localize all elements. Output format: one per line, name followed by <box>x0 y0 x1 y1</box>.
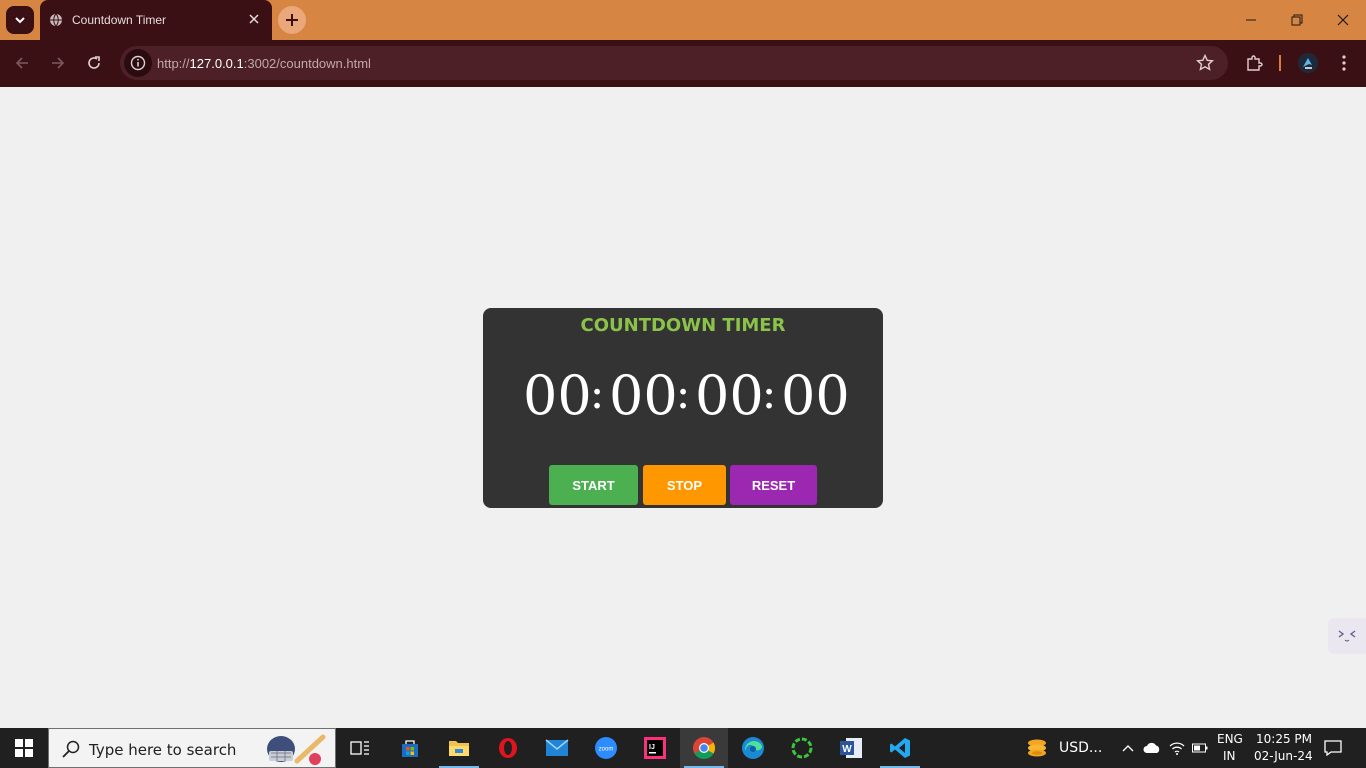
side-helper-widget[interactable] <box>1328 618 1366 654</box>
days-value: 00 <box>523 364 592 427</box>
extensions-button[interactable] <box>1243 52 1265 74</box>
minimize-button[interactable] <box>1228 0 1274 40</box>
mail-app[interactable] <box>533 728 581 768</box>
arrow-left-icon <box>15 57 28 69</box>
tab-title: Countdown Timer <box>72 13 167 27</box>
new-tab-button[interactable] <box>278 6 306 34</box>
weather-widget-icon[interactable] <box>1020 728 1056 768</box>
taskbar-search[interactable]: Type here to search <box>48 728 336 768</box>
chevron-down-icon <box>15 17 25 24</box>
url-text: http://127.0.0.1:3002/countdown.html <box>157 56 371 71</box>
timer-title: COUNTDOWN TIMER <box>580 315 786 336</box>
language-top[interactable]: ENG <box>1217 732 1243 746</box>
cloud-icon <box>1143 742 1160 753</box>
separator: : <box>589 368 605 419</box>
vscode-icon <box>890 738 910 758</box>
green-ring-app[interactable] <box>778 728 826 768</box>
profile-avatar[interactable] <box>1297 52 1319 74</box>
browser-menu-button[interactable] <box>1333 52 1355 74</box>
seconds-value: 00 <box>781 364 850 427</box>
green-ring-icon <box>791 737 813 759</box>
close-window-button[interactable] <box>1320 0 1366 40</box>
battery-icon <box>1192 743 1208 753</box>
avatar-icon <box>1298 53 1318 73</box>
arrow-right-icon <box>52 57 65 69</box>
separator: : <box>675 368 691 419</box>
notifications-button[interactable] <box>1318 728 1348 768</box>
svg-text:W: W <box>842 744 852 755</box>
zoom-icon: zoom <box>595 737 617 759</box>
browser-tab-active[interactable]: Countdown Timer <box>40 0 272 40</box>
word-app[interactable]: W <box>827 728 875 768</box>
chat-bubble-icon <box>1324 740 1342 756</box>
svg-text:zoom: zoom <box>599 747 614 753</box>
windows-taskbar: Type here to search zoom IJ W USD... ENG… <box>0 728 1366 768</box>
battery-tray-icon[interactable] <box>1189 728 1211 768</box>
chrome-app[interactable] <box>680 728 728 768</box>
chevron-up-icon <box>1122 745 1134 752</box>
folder-icon <box>449 741 469 756</box>
task-view-icon <box>350 741 369 755</box>
stop-button[interactable]: STOP <box>643 465 726 505</box>
search-placeholder: Type here to search <box>89 741 237 759</box>
puzzle-icon <box>1247 55 1263 71</box>
opera-icon <box>499 738 517 758</box>
start-button[interactable]: START <box>549 465 638 505</box>
clock-time[interactable]: 10:25 PM <box>1256 732 1312 746</box>
restore-icon <box>1291 14 1303 26</box>
countdown-card: COUNTDOWN TIMER 00 : 00 : 00 : 00 START … <box>483 308 883 508</box>
hours-value: 00 <box>609 364 678 427</box>
toolbar-divider <box>1270 52 1290 74</box>
restore-button[interactable] <box>1274 0 1320 40</box>
time-display: 00 : 00 : 00 : 00 <box>483 364 883 427</box>
bookmark-star-icon[interactable] <box>1196 54 1214 72</box>
plus-icon <box>286 14 298 26</box>
globe-icon <box>50 13 62 27</box>
svg-text:IJ: IJ <box>649 744 655 751</box>
clock-date[interactable]: 02-Jun-24 <box>1254 749 1313 763</box>
task-view-button[interactable] <box>336 728 384 768</box>
intellij-app[interactable]: IJ <box>631 728 679 768</box>
close-icon <box>1337 14 1349 26</box>
reload-icon <box>88 56 100 69</box>
file-explorer-app[interactable] <box>435 728 483 768</box>
word-icon: W <box>840 738 862 758</box>
edge-app[interactable] <box>729 728 777 768</box>
wifi-icon <box>1169 742 1185 755</box>
mail-icon <box>545 739 569 756</box>
opera-app[interactable] <box>484 728 532 768</box>
coins-icon <box>1028 739 1046 757</box>
search-icon <box>62 740 80 758</box>
tab-search-button[interactable] <box>6 6 34 34</box>
back-button[interactable] <box>7 48 37 78</box>
minimize-icon <box>1246 19 1256 21</box>
forward-button[interactable] <box>43 48 73 78</box>
close-tab-icon[interactable] <box>246 11 262 27</box>
helper-face-icon <box>1338 630 1356 642</box>
language-bottom[interactable]: IN <box>1223 749 1236 763</box>
intellij-icon: IJ <box>644 737 666 759</box>
minutes-value: 00 <box>695 364 764 427</box>
show-hidden-icons-button[interactable] <box>1117 728 1139 768</box>
browser-title-bar: Countdown Timer <box>0 0 1366 40</box>
edge-icon <box>742 737 764 759</box>
start-menu-button[interactable] <box>0 728 48 768</box>
zoom-app[interactable]: zoom <box>582 728 630 768</box>
onedrive-tray-icon[interactable] <box>1141 728 1163 768</box>
site-info-button[interactable] <box>124 49 152 77</box>
reload-button[interactable] <box>79 48 109 78</box>
reset-button[interactable]: RESET <box>730 465 817 505</box>
microsoft-store-app[interactable] <box>386 728 434 768</box>
weather-text[interactable]: USD... <box>1059 740 1102 756</box>
network-tray-icon[interactable] <box>1166 728 1188 768</box>
address-bar[interactable]: http://127.0.0.1:3002/countdown.html <box>120 46 1228 80</box>
info-icon <box>130 55 146 71</box>
chrome-icon <box>693 737 715 759</box>
vscode-app[interactable] <box>876 728 924 768</box>
separator: : <box>761 368 777 419</box>
kebab-menu-icon <box>1342 55 1346 71</box>
store-icon <box>402 740 418 757</box>
windows-logo-icon <box>15 739 33 757</box>
cricket-helmet-icon <box>267 734 326 765</box>
